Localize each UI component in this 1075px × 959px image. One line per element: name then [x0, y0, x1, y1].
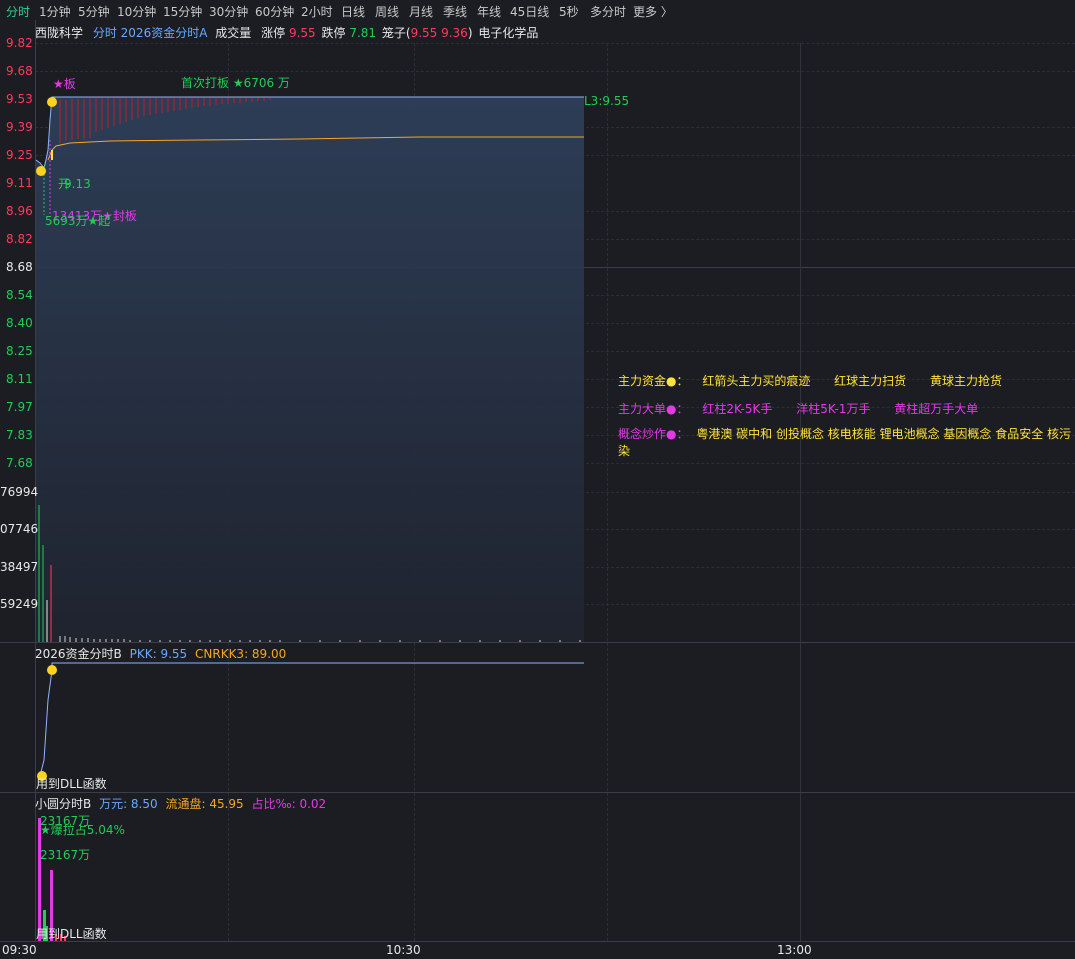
- pkk-label: PKK: 9.55: [129, 647, 188, 661]
- legend-concepts: 概念炒作●： 粤港澳 碳中和 创投概念 核电核能 锂电池概念 基因概念 食品安全…: [618, 425, 1075, 459]
- volume-tick: 07746: [0, 522, 39, 536]
- legend-item: 洋柱5K-1万手: [796, 402, 871, 416]
- wan-label: 万元: 8.50: [99, 797, 158, 811]
- price-tick: 7.97: [6, 400, 33, 414]
- star-board-label: ★板: [53, 77, 76, 91]
- legend-big-orders: 主力大单●： 红柱2K-5K手 洋柱5K-1万手 黄柱超万手大单: [618, 400, 978, 417]
- price-tick: 9.25: [6, 148, 33, 162]
- first-hit-label: 首次打板 ★6706 万: [181, 76, 290, 90]
- legend-item: 红箭头主力买的痕迹: [702, 374, 811, 388]
- legend-main-funds: 主力资金●： 红箭头主力买的痕迹 红球主力扫货 黄球主力抢货: [618, 372, 1002, 389]
- price-913-label: 9.13: [64, 177, 91, 191]
- price-tick: 9.82: [6, 36, 33, 50]
- volume-tick: 76994: [0, 485, 39, 499]
- pkk-line: [39, 662, 584, 777]
- cnrkk-label: CNRKK3: 89.00: [195, 647, 287, 661]
- volume-tick: 38497: [0, 560, 39, 574]
- volume-tick: 59249: [0, 597, 39, 611]
- price-area-fill: [36, 97, 584, 642]
- price-tick: 9.39: [6, 120, 33, 134]
- time-tick: 10:30: [386, 943, 421, 957]
- legend-item: 红球主力扫货: [834, 374, 907, 388]
- price-tick: 7.68: [6, 456, 33, 470]
- ratio-label: 占比‰: 0.02: [251, 797, 327, 811]
- price-tick: 8.25: [6, 344, 33, 358]
- panel-b-title[interactable]: 2026资金分时B: [35, 647, 122, 661]
- legend-main-funds-title: 主力资金●：: [618, 374, 689, 388]
- time-tick: 09:30: [2, 943, 37, 957]
- panel-c-header: 小圆分时B 万元: 8.50 流通盘: 45.95 占比‰: 0.02: [35, 795, 326, 812]
- panel-c-pull-label: ★爆拉占5.04%: [40, 823, 125, 837]
- legend-item: 黄柱超万手大单: [894, 402, 979, 416]
- legend-item: 黄球主力抢货: [930, 374, 1003, 388]
- time-tick: 13:00: [777, 943, 812, 957]
- legend-item: 红柱2K-5K手: [702, 402, 773, 416]
- price-chart: [35, 96, 584, 942]
- price-tick: 7.83: [6, 428, 33, 442]
- panel-c-title[interactable]: 小圆分时B: [35, 797, 91, 811]
- price-tick: 8.54: [6, 288, 33, 302]
- panel-b-header: 2026资金分时B PKK: 9.55 CNRKK3: 89.00: [35, 645, 286, 662]
- float-label: 流通盘: 45.95: [165, 797, 244, 811]
- price-tick: 9.68: [6, 64, 33, 78]
- panel-divider[interactable]: [0, 642, 1075, 643]
- price-right-label: L3:9.55: [584, 94, 630, 108]
- panel-c-amount-2: 23167万: [40, 848, 91, 862]
- price-tick: 9.11: [6, 176, 33, 190]
- price-tick: 8.96: [6, 204, 33, 218]
- price-tick: 8.40: [6, 316, 33, 330]
- price-tick: 8.11: [6, 372, 33, 386]
- legend-big-orders-title: 主力大单●：: [618, 402, 689, 416]
- price-tick: 9.53: [6, 92, 33, 106]
- pkk-ball: [47, 665, 57, 675]
- panel-divider[interactable]: [0, 792, 1075, 793]
- panel-divider: [0, 941, 1075, 942]
- panel-b-dll-label: 用到DLL函数: [36, 777, 107, 791]
- start-amount-label: 5693万★起: [45, 214, 111, 228]
- open-ball: [36, 166, 46, 176]
- limit-up-ball: [47, 97, 57, 107]
- legend-concepts-title: 概念炒作●：: [618, 427, 689, 441]
- price-tick: 8.82: [6, 232, 33, 246]
- panel-c-dll-label: 用到DLL函数: [36, 927, 107, 941]
- price-tick-base: 8.68: [6, 260, 33, 274]
